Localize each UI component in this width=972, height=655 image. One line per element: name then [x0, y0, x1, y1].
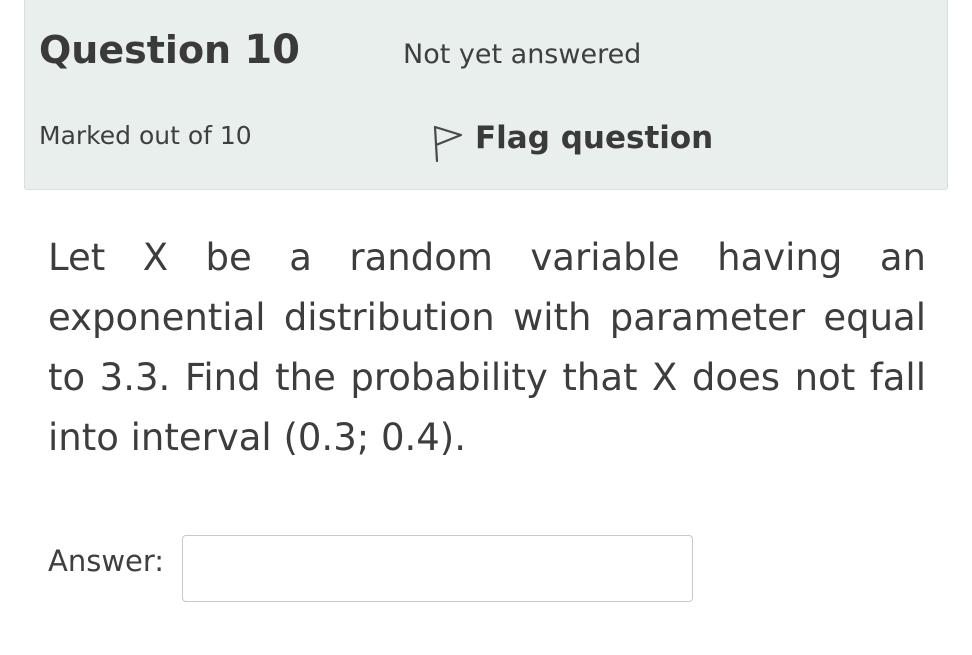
question-marks: Marked out of 10: [39, 121, 252, 150]
flag-question-button[interactable]: Flag question: [431, 113, 713, 163]
question-status: Not yet answered: [403, 39, 642, 70]
question-title: Question 10: [39, 27, 300, 73]
question-info-box: Question 10 Not yet answered Marked out …: [24, 0, 948, 190]
answer-input[interactable]: [182, 535, 693, 602]
question-number: 10: [244, 27, 301, 73]
question-title-prefix: Question: [39, 28, 232, 72]
question-text: Let X be a random variable having an exp…: [48, 236, 926, 459]
answer-label: Answer:: [48, 544, 165, 578]
flag-question-label: Flag question: [475, 120, 714, 156]
flag-outline-icon: [433, 125, 463, 163]
